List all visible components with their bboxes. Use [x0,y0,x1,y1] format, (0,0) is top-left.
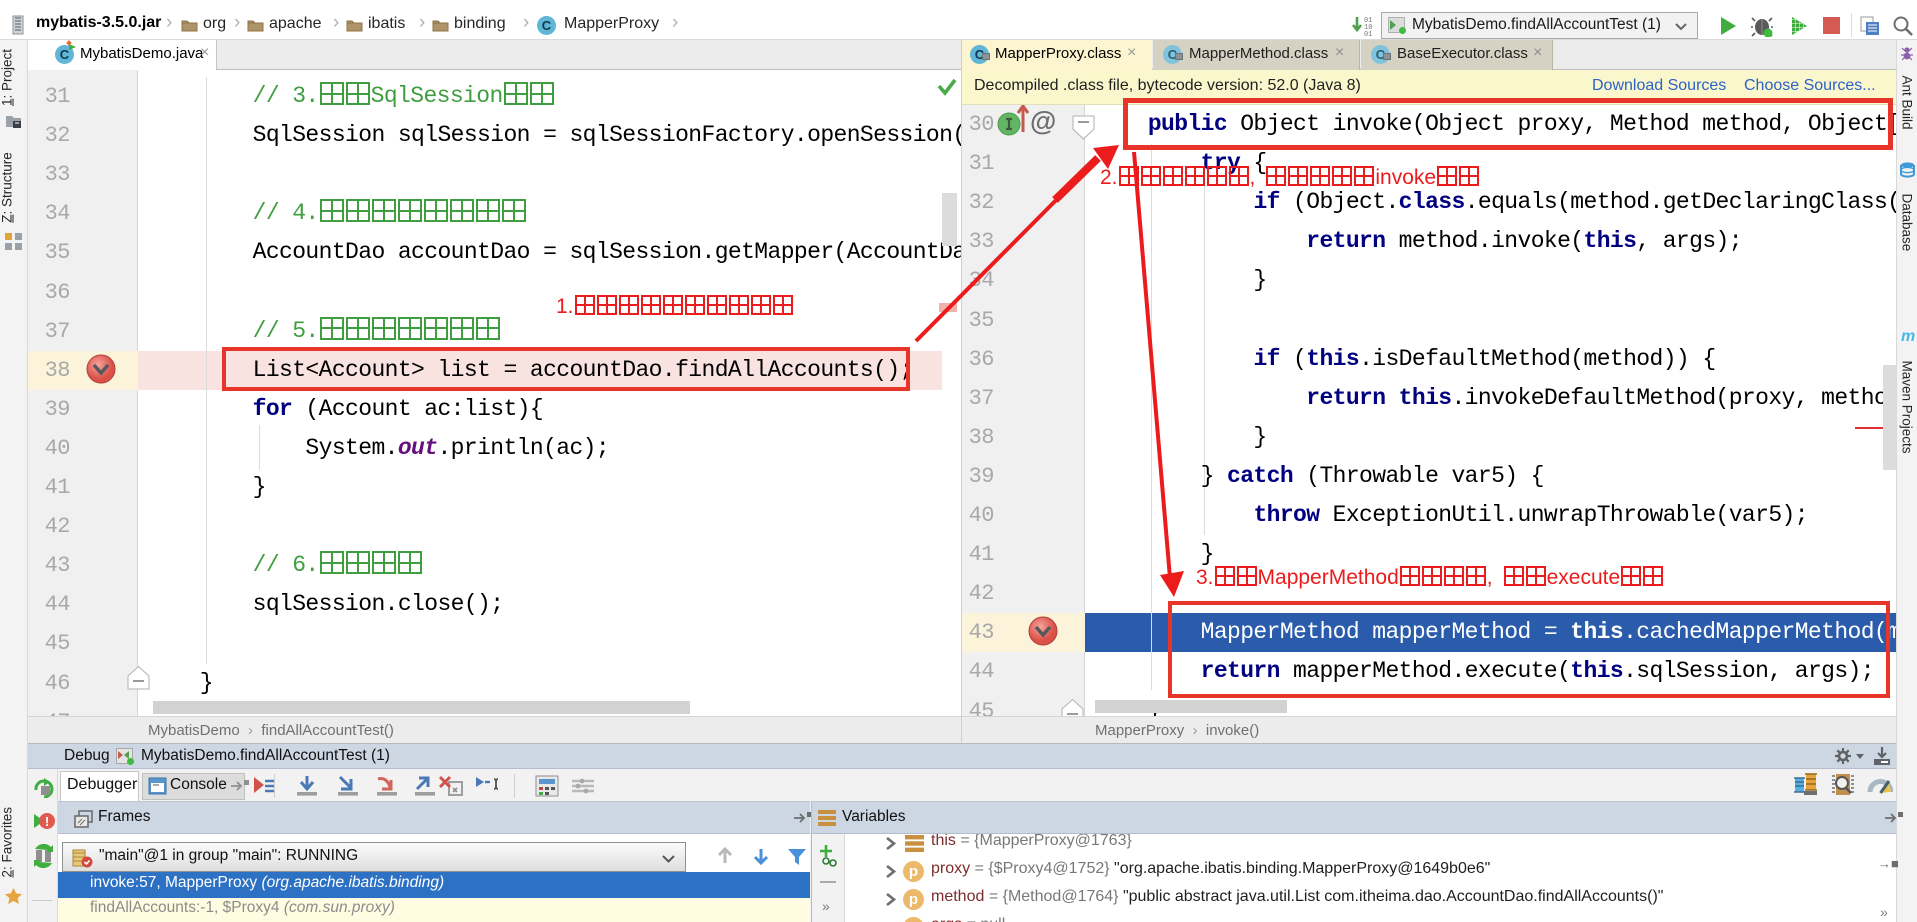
svg-text:01: 01 [1364,31,1372,37]
svg-text:!: ! [45,814,49,829]
